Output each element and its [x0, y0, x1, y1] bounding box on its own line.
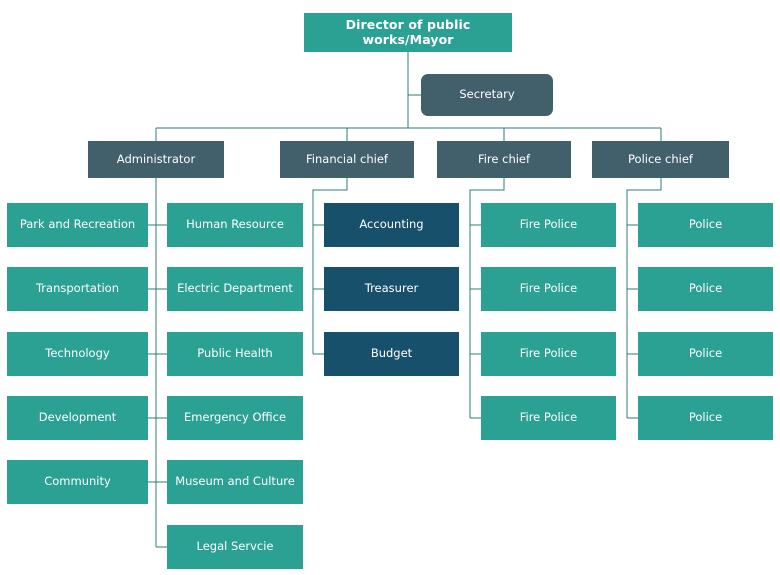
node-transportation[interactable]: Transportation	[7, 267, 148, 311]
node-public-health[interactable]: Public Health	[167, 332, 303, 376]
node-development[interactable]: Development	[7, 396, 148, 440]
node-label-root: Director of public works/Mayor	[345, 17, 471, 47]
node-financial-chief[interactable]: Financial chief	[280, 141, 414, 178]
node-label-financial-chief: Financial chief	[306, 151, 388, 166]
node-label-public-health: Public Health	[197, 346, 273, 361]
node-label-legal-servcie: Legal Servcie	[196, 539, 274, 554]
node-label-human-resource: Human Resource	[186, 217, 284, 232]
node-label-museum-and-culture: Museum and Culture	[175, 474, 295, 489]
node-label-police-chief: Police chief	[628, 151, 693, 166]
node-fire-police-4[interactable]: Fire Police	[481, 396, 616, 440]
node-label-accounting: Accounting	[359, 217, 424, 232]
node-label-technology: Technology	[45, 346, 110, 361]
node-fire-police-2[interactable]: Fire Police	[481, 267, 616, 311]
node-label-police-3: Police	[688, 346, 723, 361]
node-budget[interactable]: Budget	[324, 332, 459, 376]
node-label-treasurer: Treasurer	[364, 281, 419, 296]
node-park-and-recreation[interactable]: Park and Recreation	[7, 203, 148, 247]
node-administrator[interactable]: Administrator	[88, 141, 224, 178]
node-label-park-and-recreation: Park and Recreation	[19, 217, 136, 232]
node-label-secretary: Secretary	[459, 87, 515, 102]
node-label-fire-police-4: Fire Police	[519, 410, 578, 425]
node-label-emergency-office: Emergency Office	[183, 410, 287, 425]
node-root[interactable]: Director of public works/Mayor	[304, 13, 512, 52]
node-label-development: Development	[38, 410, 117, 425]
node-label-fire-police-2: Fire Police	[519, 281, 578, 296]
node-community[interactable]: Community	[7, 460, 148, 504]
node-treasurer[interactable]: Treasurer	[324, 267, 459, 311]
node-label-police-4: Police	[688, 410, 723, 425]
node-label-community: Community	[44, 474, 111, 489]
node-label-budget: Budget	[370, 346, 413, 361]
node-legal-servcie[interactable]: Legal Servcie	[167, 525, 303, 569]
node-fire-police-3[interactable]: Fire Police	[481, 332, 616, 376]
node-label-fire-police-3: Fire Police	[519, 346, 578, 361]
node-label-administrator: Administrator	[116, 151, 196, 166]
node-label-fire-police-1: Fire Police	[519, 217, 578, 232]
org-chart-canvas: Director of public works/Mayor Secretary A…	[0, 0, 780, 575]
node-police-3[interactable]: Police	[638, 332, 773, 376]
node-electric-department[interactable]: Electric Department	[167, 267, 303, 311]
node-police-2[interactable]: Police	[638, 267, 773, 311]
node-accounting[interactable]: Accounting	[324, 203, 459, 247]
node-label-police-2: Police	[688, 281, 723, 296]
node-police-chief[interactable]: Police chief	[592, 141, 729, 178]
node-human-resource[interactable]: Human Resource	[167, 203, 303, 247]
node-police-1[interactable]: Police	[638, 203, 773, 247]
node-technology[interactable]: Technology	[7, 332, 148, 376]
node-label-police-1: Police	[688, 217, 723, 232]
node-fire-police-1[interactable]: Fire Police	[481, 203, 616, 247]
node-label-fire-chief: Fire chief	[477, 151, 531, 166]
node-museum-and-culture[interactable]: Museum and Culture	[167, 460, 303, 504]
node-secretary[interactable]: Secretary	[421, 74, 553, 116]
node-emergency-office[interactable]: Emergency Office	[167, 396, 303, 440]
node-label-electric-department: Electric Department	[177, 281, 293, 296]
node-fire-chief[interactable]: Fire chief	[437, 141, 571, 178]
node-label-transportation: Transportation	[35, 281, 120, 296]
node-police-4[interactable]: Police	[638, 396, 773, 440]
